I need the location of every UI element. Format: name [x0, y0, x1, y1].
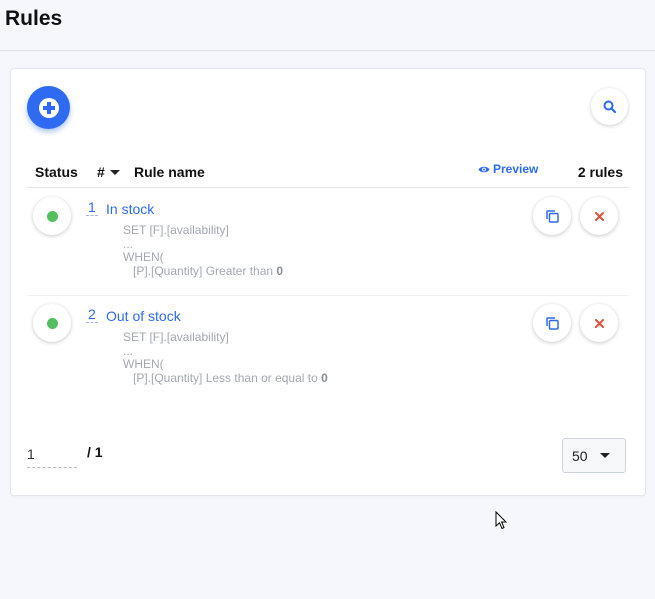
- condition-value: 0: [276, 263, 284, 278]
- duplicate-rule-button[interactable]: [533, 304, 571, 342]
- duplicate-rule-button[interactable]: [533, 197, 571, 235]
- rules-count: 2 rules: [577, 164, 623, 180]
- table-header: Status # Rule name Preview 2 rules: [27, 157, 629, 188]
- rule-set-line: SET [F].[availability]: [123, 330, 229, 344]
- rule-when-line: WHEN(: [123, 250, 164, 264]
- rule-preview: SET [F].[availability] ... WHEN( [P].[Qu…: [123, 223, 284, 279]
- status-toggle[interactable]: [33, 304, 71, 342]
- rule-condition: [P].[Quantity] Greater than 0: [123, 263, 284, 279]
- column-status[interactable]: Status: [35, 164, 78, 180]
- search-icon: [603, 100, 616, 113]
- delete-rule-button[interactable]: [580, 304, 618, 342]
- close-icon: [594, 318, 604, 328]
- delete-rule-button[interactable]: [580, 197, 618, 235]
- rule-ellipsis: ...: [123, 343, 134, 358]
- rule-name-link[interactable]: In stock: [106, 201, 154, 217]
- mouse-cursor-icon: [495, 511, 508, 530]
- rule-number-link[interactable]: 1: [86, 200, 98, 216]
- eye-icon: [478, 166, 490, 172]
- copy-icon: [545, 316, 559, 330]
- page-header: Rules: [0, 0, 655, 51]
- status-toggle[interactable]: [33, 197, 71, 235]
- close-icon: [594, 211, 604, 221]
- add-rule-button[interactable]: [27, 86, 70, 129]
- per-page-select[interactable]: 50: [562, 438, 626, 473]
- preview-label: Preview: [493, 162, 539, 176]
- condition-value: 0: [321, 370, 328, 385]
- status-active-indicator: [46, 210, 58, 222]
- chevron-down-icon: [599, 453, 610, 458]
- plus-icon: [38, 97, 59, 118]
- rules-card: Status # Rule name Preview 2 rules 1 In …: [10, 68, 646, 496]
- page-number-input[interactable]: [27, 441, 77, 468]
- preview-toggle[interactable]: Preview: [478, 162, 538, 176]
- column-number-label: #: [97, 164, 105, 180]
- condition-field: [P].[Quantity]: [133, 263, 203, 278]
- rule-preview: SET [F].[availability] ... WHEN( [P].[Qu…: [123, 330, 328, 386]
- table-row: 2 Out of stock SET [F].[availability] ..…: [27, 296, 629, 403]
- rule-condition: [P].[Quantity] Less than or equal to 0: [123, 370, 328, 386]
- status-active-indicator: [46, 317, 58, 329]
- rule-set-line: SET [F].[availability]: [123, 223, 229, 237]
- per-page-value: 50: [572, 447, 588, 464]
- rule-when-line: WHEN(: [123, 357, 164, 371]
- rule-number-link[interactable]: 2: [86, 307, 98, 323]
- copy-icon: [545, 209, 559, 223]
- condition-operator: Greater than: [202, 263, 277, 278]
- page-title: Rules: [5, 7, 63, 30]
- column-number[interactable]: #: [97, 164, 120, 180]
- rule-ellipsis: ...: [123, 236, 134, 251]
- sort-desc-icon: [109, 169, 120, 175]
- page-total: / 1: [87, 444, 103, 460]
- column-rule-name[interactable]: Rule name: [134, 164, 205, 180]
- table-row: 1 In stock SET [F].[availability] ... WH…: [27, 189, 629, 296]
- rule-name-link[interactable]: Out of stock: [106, 308, 181, 324]
- condition-operator: Less than or equal to: [202, 370, 322, 385]
- search-button[interactable]: [591, 88, 628, 125]
- condition-field: [P].[Quantity]: [133, 370, 203, 385]
